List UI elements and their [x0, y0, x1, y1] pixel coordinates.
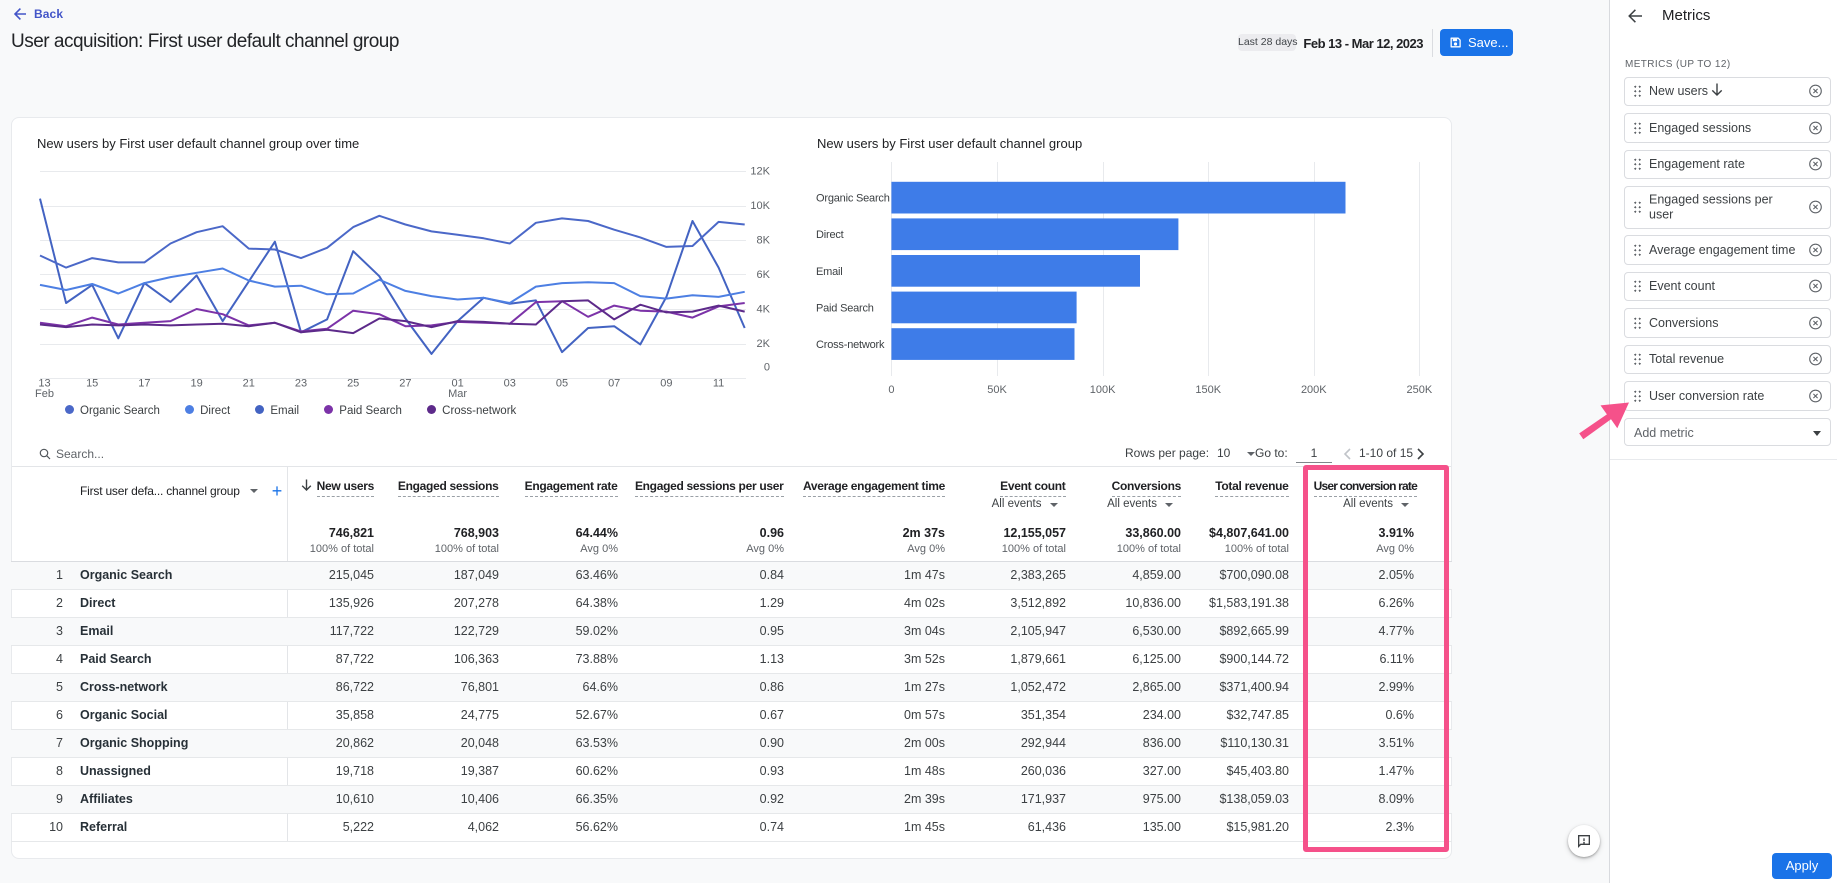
- svg-text:11: 11: [713, 378, 724, 390]
- svg-text:Feb: Feb: [35, 388, 54, 400]
- svg-text:200K: 200K: [1301, 384, 1327, 396]
- svg-text:07: 07: [608, 378, 620, 390]
- svg-text:150K: 150K: [1195, 384, 1221, 396]
- svg-text:6K: 6K: [757, 269, 771, 281]
- svg-text:4K: 4K: [757, 304, 771, 316]
- svg-text:03: 03: [504, 378, 516, 390]
- svg-text:23: 23: [295, 378, 307, 390]
- svg-text:27: 27: [399, 378, 411, 390]
- svg-text:19: 19: [190, 378, 202, 390]
- svg-text:Paid Search: Paid Search: [816, 302, 874, 314]
- svg-text:Mar: Mar: [448, 388, 467, 400]
- svg-text:2K: 2K: [757, 338, 771, 350]
- svg-text:100K: 100K: [1090, 384, 1116, 396]
- svg-text:0: 0: [888, 384, 894, 396]
- svg-text:10K: 10K: [750, 200, 770, 212]
- svg-text:250K: 250K: [1407, 384, 1433, 396]
- svg-text:8K: 8K: [757, 235, 771, 247]
- svg-text:25: 25: [347, 378, 359, 390]
- svg-text:15: 15: [86, 378, 98, 390]
- svg-text:09: 09: [660, 378, 672, 390]
- svg-text:50K: 50K: [987, 384, 1007, 396]
- svg-text:21: 21: [243, 378, 255, 390]
- svg-text:17: 17: [138, 378, 150, 390]
- svg-text:Cross-network: Cross-network: [816, 339, 885, 351]
- svg-text:12K: 12K: [750, 166, 770, 178]
- svg-text:Organic Search: Organic Search: [816, 193, 890, 205]
- svg-text:0: 0: [764, 362, 770, 374]
- svg-text:Email: Email: [816, 266, 843, 278]
- svg-text:Direct: Direct: [816, 229, 844, 241]
- svg-text:05: 05: [556, 378, 568, 390]
